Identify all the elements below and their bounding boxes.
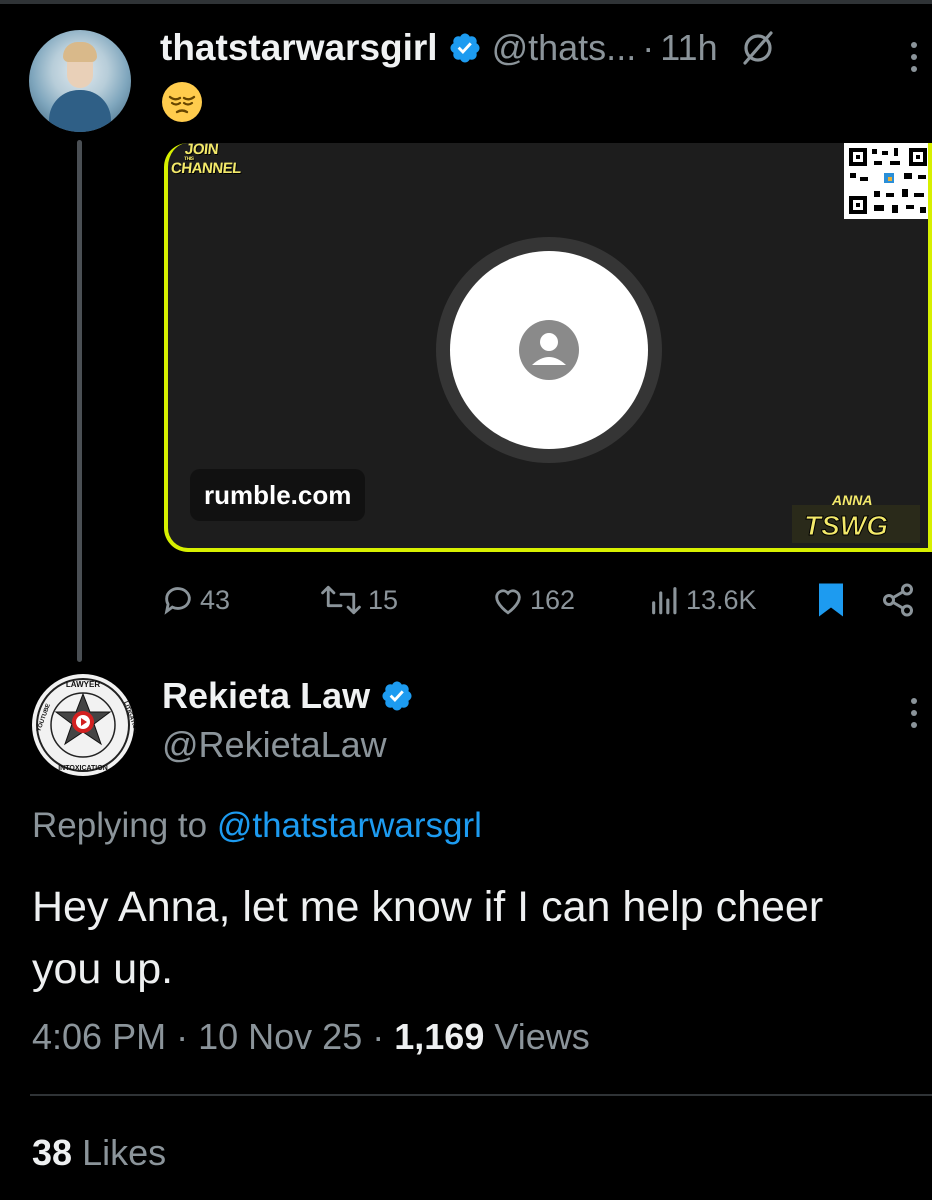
reply-likes[interactable]: 38 Likes — [32, 1132, 166, 1174]
replying-mention-link[interactable]: @thatstarwarsgrl — [217, 806, 482, 845]
more-icon[interactable] — [902, 694, 926, 732]
link-card[interactable]: JOIN THIS CHANNEL rumble.com ANNA TSWG — [164, 143, 932, 552]
views-count: 13.6K — [686, 584, 757, 615]
views-icon — [652, 587, 677, 615]
like-count: 162 — [530, 584, 576, 615]
tweet-action-bar: 43 15 162 13.6K — [0, 578, 932, 622]
reply-count: 43 — [200, 584, 231, 615]
author-handle[interactable]: @thats... — [492, 27, 637, 69]
reply-header: Rekieta Law — [162, 672, 414, 720]
reply-views-count: 1,169 — [394, 1016, 485, 1057]
verified-badge-icon — [382, 681, 412, 711]
anna-tswg-logo: ANNA TSWG — [792, 492, 920, 543]
reply-date[interactable]: 10 Nov 25 — [198, 1016, 362, 1057]
reply-views-label: Views — [494, 1016, 590, 1057]
svg-text:INTOXICATION: INTOXICATION — [58, 765, 108, 772]
card-domain-label: rumble.com — [190, 469, 366, 521]
reply-button[interactable]: 43 — [160, 578, 230, 622]
tweet-header: thatstarwarsgirl @thats... · 11h — [160, 24, 776, 72]
reply-meta: 4:06 PM · 10 Nov 25 · 1,169 Views — [32, 1016, 590, 1057]
join-channel-text: JOIN THIS CHANNEL — [170, 143, 242, 177]
top-divider — [0, 0, 932, 4]
reply-likes-label: Likes — [82, 1132, 167, 1173]
replying-prefix: Replying to — [32, 806, 217, 845]
replying-to-line: Replying to @thatstarwarsgrl — [32, 806, 482, 846]
svg-text:ANNA: ANNA — [831, 492, 872, 508]
svg-text:TSWG: TSWG — [804, 510, 888, 541]
repost-button[interactable]: 15 — [318, 578, 398, 622]
reply-author-handle[interactable]: @RekietaLaw — [162, 724, 387, 766]
reply-likes-count: 38 — [32, 1132, 73, 1173]
reply-body-text: Hey Anna, let me know if I can help chee… — [32, 883, 824, 993]
reply-time[interactable]: 4:06 PM — [32, 1016, 166, 1057]
bookmark-icon[interactable] — [816, 582, 846, 618]
qr-code-icon — [844, 143, 928, 219]
share-icon[interactable] — [880, 582, 916, 618]
pensive-emoji — [162, 82, 202, 122]
user-placeholder-icon — [519, 320, 579, 380]
avatar-rekietalaw[interactable]: LAWYER INTOXICATION YOUTUBE LITIGATION — [30, 672, 136, 778]
separator-dot: · — [642, 27, 655, 68]
tweet-time[interactable]: 11h — [660, 27, 717, 69]
like-button[interactable]: 162 — [490, 578, 575, 622]
verified-badge-icon — [450, 33, 480, 63]
reply-icon — [164, 587, 191, 615]
reply-author-name[interactable]: Rekieta Law — [162, 675, 370, 717]
more-icon[interactable] — [902, 38, 926, 76]
grok-icon[interactable] — [740, 30, 776, 66]
repost-count: 15 — [368, 584, 399, 615]
like-icon — [495, 589, 521, 615]
profile-placeholder-circle — [436, 237, 662, 463]
svg-text:LAWYER: LAWYER — [66, 680, 100, 689]
author-name[interactable]: thatstarwarsgirl — [160, 27, 438, 69]
avatar-thatstarwarsgirl[interactable] — [29, 30, 131, 132]
views-button[interactable]: 13.6K — [648, 578, 757, 622]
repost-icon — [321, 585, 361, 615]
divider — [30, 1094, 932, 1096]
